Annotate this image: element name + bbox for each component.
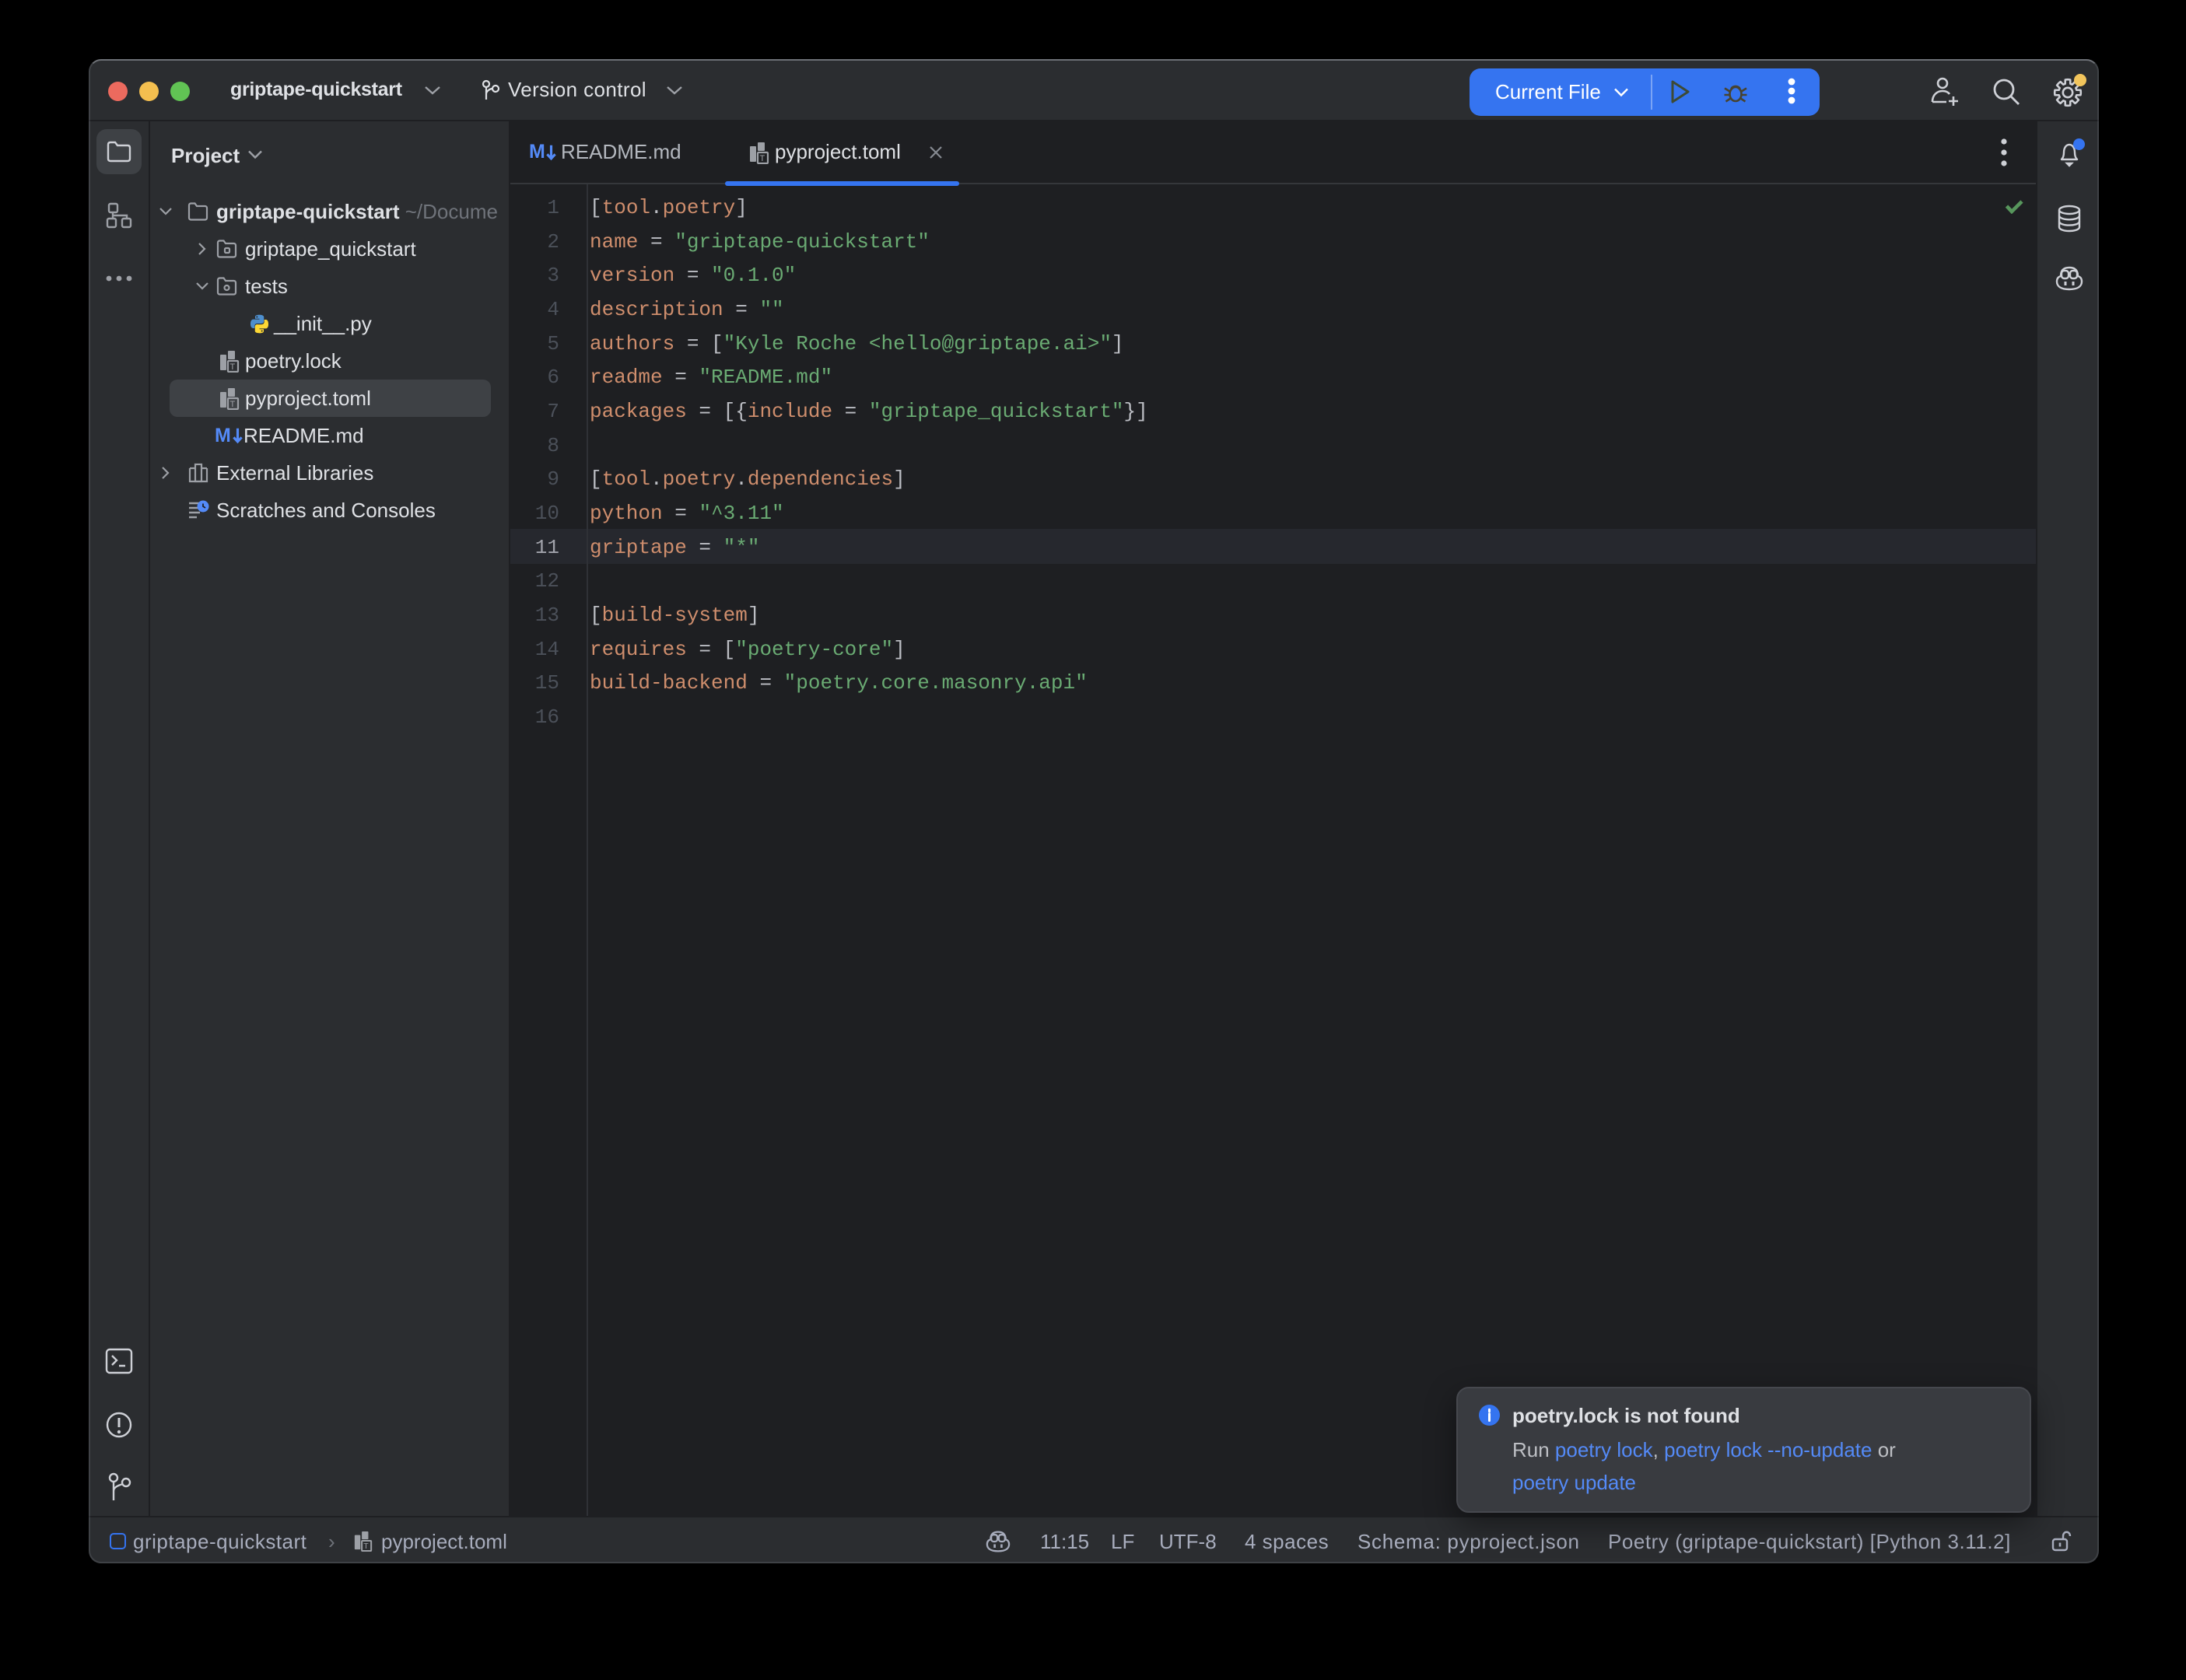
svg-text:T: T — [230, 362, 236, 372]
svg-text:T: T — [230, 400, 236, 409]
svg-text:T: T — [363, 1542, 368, 1551]
svg-text:T: T — [760, 154, 765, 163]
